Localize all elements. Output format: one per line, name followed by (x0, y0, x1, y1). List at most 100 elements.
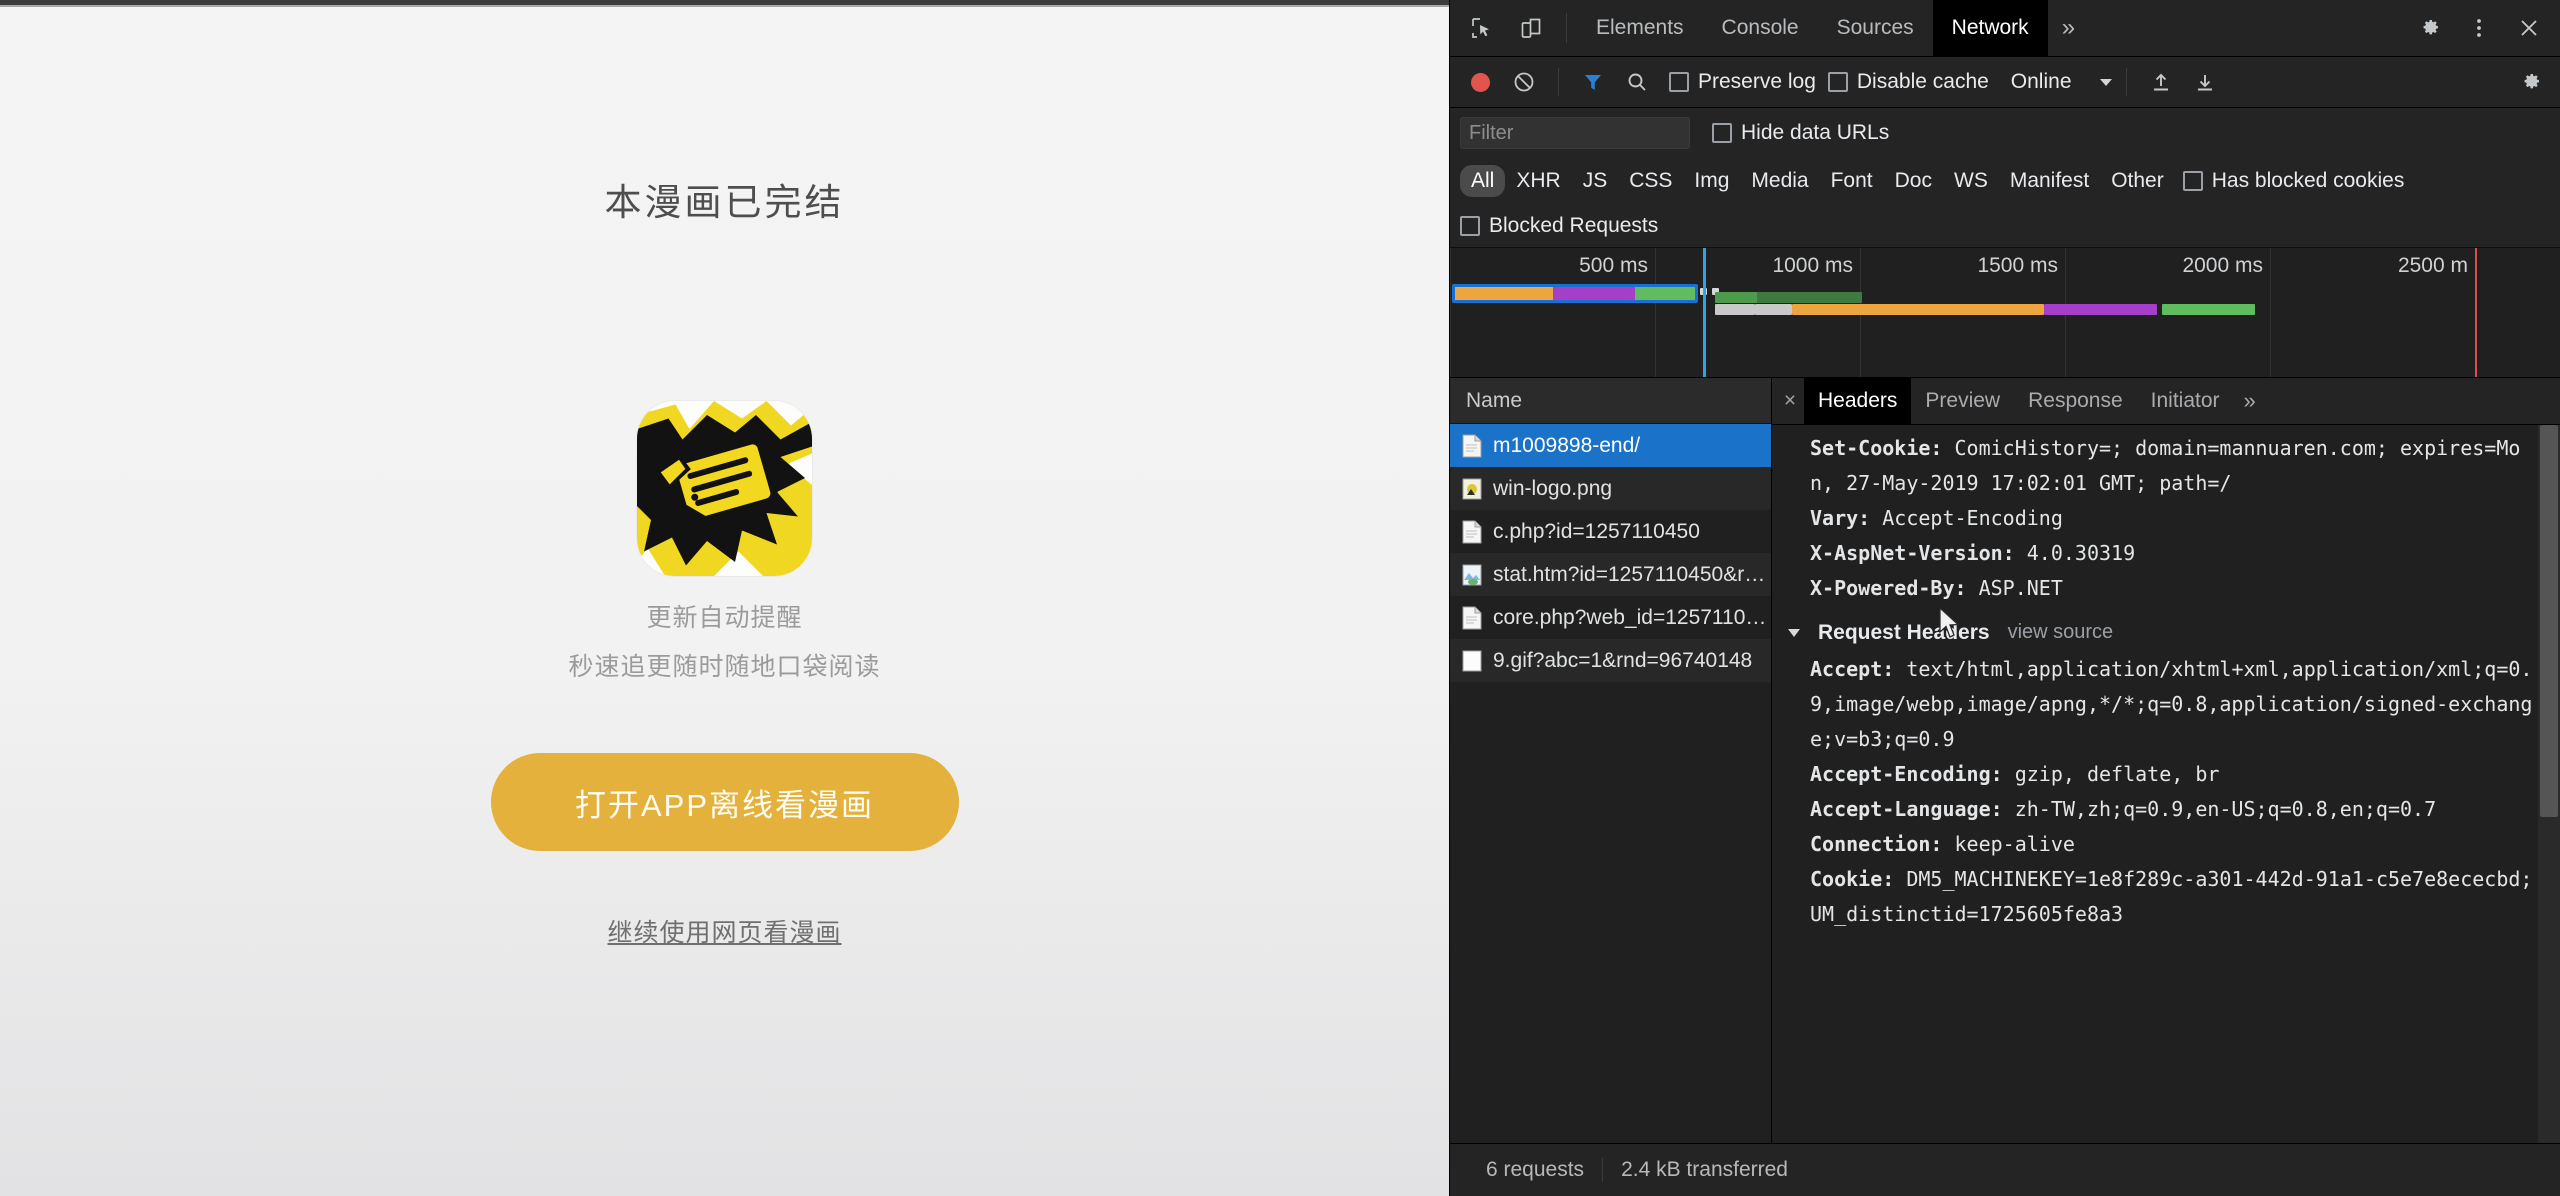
disable-cache-checkbox[interactable]: Disable cache (1827, 70, 1989, 94)
detail-tab-response[interactable]: Response (2014, 378, 2137, 424)
comic-app-logo-icon (637, 401, 812, 576)
blocked-requests-box (1460, 215, 1480, 236)
close-detail-icon[interactable]: × (1776, 389, 1804, 413)
blocked-requests-checkbox[interactable]: Blocked Requests (1460, 214, 1658, 238)
type-filter-all[interactable]: All (1460, 165, 1506, 197)
devtools-tabbar: Elements Console Sources Network » (1450, 0, 2560, 57)
inspect-element-icon[interactable] (1458, 5, 1504, 51)
blocked-requests-label: Blocked Requests (1489, 213, 1659, 237)
table-row[interactable]: core.php?web_id=12571104... (1450, 596, 1771, 639)
toolbar-divider-1 (1558, 68, 1559, 96)
request-detail-pane: × Headers Preview Response Initiator » S… (1772, 378, 2560, 1143)
disable-cache-box (1827, 72, 1848, 92)
view-source-link[interactable]: view source (2008, 615, 2114, 650)
more-tabs-icon[interactable]: » (2048, 14, 2089, 42)
device-toolbar-icon[interactable] (1508, 5, 1554, 51)
type-filter-other[interactable]: Other (2100, 165, 2175, 197)
type-filter-manifest[interactable]: Manifest (1999, 165, 2100, 197)
tab-network[interactable]: Network (1932, 0, 2048, 57)
has-blocked-cookies-checkbox[interactable]: Has blocked cookies (2182, 169, 2405, 193)
header-x-aspnet-version: X-AspNet-Version: 4.0.30319 (1810, 541, 2136, 565)
search-icon[interactable] (1617, 62, 1657, 102)
throttling-dropdown[interactable]: Online (2011, 70, 2112, 94)
table-row[interactable]: win-logo.png (1450, 467, 1771, 510)
type-filter-font[interactable]: Font (1820, 165, 1884, 197)
throttling-value: Online (2010, 70, 2072, 93)
screen-root: 本漫画已完结 更新自动提醒 秒速追更随时随地口袋阅读 打开APP离线看漫画 继续… (0, 0, 2560, 1196)
continue-in-browser-link[interactable]: 继续使用网页看漫画 (607, 913, 841, 949)
overview-tick-2000: 2000 ms (2182, 254, 2263, 277)
detail-tab-initiator[interactable]: Initiator (2137, 378, 2234, 424)
has-blocked-cookies-label: Has blocked cookies (2211, 169, 2405, 192)
blocked-requests-row: Blocked Requests (1450, 204, 2560, 248)
headers-content[interactable]: Set-Cookie: ComicHistory=; domain=mannua… (1772, 425, 2560, 1143)
table-row[interactable]: 9.gif?abc=1&rnd=96740148 (1450, 639, 1771, 682)
preserve-log-label: Preserve log (1698, 70, 1816, 93)
response-headers-list: Set-Cookie: ComicHistory=; domain=mannua… (1788, 431, 2544, 606)
type-filter-ws[interactable]: WS (1943, 165, 1999, 197)
overview-lane-2 (1715, 304, 1755, 315)
browser-viewport: 本漫画已完结 更新自动提醒 秒速追更随时随地口袋阅读 打开APP离线看漫画 继续… (0, 0, 1449, 1196)
overview-lane-7 (1757, 292, 1862, 303)
type-filter-js[interactable]: JS (1572, 165, 1619, 197)
document-icon (1462, 434, 1482, 458)
overview-lane-1 (1715, 292, 1760, 303)
promo-line-2: 秒速追更随时随地口袋阅读 (568, 653, 881, 681)
table-row[interactable]: c.php?id=1257110450 (1450, 510, 1771, 553)
browser-chrome-strip (0, 0, 1449, 7)
network-settings-icon[interactable] (2510, 62, 2550, 102)
filter-icon[interactable] (1573, 62, 1613, 102)
preserve-log-checkbox[interactable]: Preserve log (1669, 70, 1816, 94)
record-button[interactable] (1460, 62, 1500, 102)
table-row[interactable]: m1009898-end/ (1450, 424, 1771, 467)
open-app-button[interactable]: 打开APP离线看漫画 (490, 753, 959, 851)
request-headers-title: Request Headers (1818, 621, 1990, 644)
overview-tick-1000: 1000 ms (1772, 254, 1853, 277)
header-connection: Connection: keep-alive (1810, 832, 2075, 856)
detail-tab-headers[interactable]: Headers (1804, 378, 1912, 424)
network-status-bar: 6 requests 2.4 kB transferred (1450, 1144, 2560, 1196)
overview-tick-500: 500 ms (1579, 254, 1648, 277)
image-icon (1462, 563, 1482, 587)
headers-scrollbar[interactable] (2538, 425, 2560, 1143)
type-filter-css[interactable]: CSS (1618, 165, 1683, 197)
gear-icon[interactable] (2406, 5, 2452, 51)
type-filter-doc[interactable]: Doc (1884, 165, 1943, 197)
resource-type-filters: All XHR JS CSS Img Media Font Doc WS Man… (1450, 158, 2560, 204)
document-icon (1462, 520, 1482, 544)
dom-content-loaded-marker (1703, 248, 1706, 377)
overview-lane-6 (2162, 304, 2255, 315)
network-overview-timeline[interactable]: 500 ms 1000 ms 1500 ms 2000 ms 2500 m (1450, 248, 2560, 378)
export-har-icon[interactable] (2185, 62, 2225, 102)
tab-console[interactable]: Console (1703, 0, 1818, 57)
tab-sources[interactable]: Sources (1818, 0, 1933, 57)
table-row[interactable]: stat.htm?id=1257110450&r=... (1450, 553, 1771, 596)
overview-tick-1500: 1500 ms (1977, 254, 2058, 277)
request-headers-list: Accept: text/html,application/xhtml+xml,… (1788, 652, 2544, 932)
request-name: core.php?web_id=12571104... (1493, 605, 1771, 629)
headers-scrollbar-thumb[interactable] (2540, 425, 2558, 817)
detail-tabbar: × Headers Preview Response Initiator » (1772, 378, 2560, 425)
filter-bar: Hide data URLs (1450, 108, 2560, 158)
header-vary: Vary: Accept-Encoding (1810, 506, 2063, 530)
more-options-icon[interactable] (2456, 5, 2502, 51)
tab-elements[interactable]: Elements (1577, 0, 1703, 57)
hide-data-urls-checkbox[interactable]: Hide data URLs (1712, 121, 1889, 145)
type-filter-media[interactable]: Media (1740, 165, 1819, 197)
detail-more-tabs-icon[interactable]: » (2234, 388, 2266, 414)
request-name: m1009898-end/ (1493, 433, 1641, 457)
detail-tab-preview[interactable]: Preview (1911, 378, 2014, 424)
disable-cache-label: Disable cache (1856, 70, 1989, 93)
type-filter-xhr[interactable]: XHR (1505, 165, 1571, 197)
chevron-down-icon (1788, 628, 1800, 637)
import-har-icon[interactable] (2141, 62, 2181, 102)
overview-lane-5 (2044, 304, 2157, 315)
clear-button[interactable] (1504, 62, 1544, 102)
close-icon[interactable] (2506, 5, 2552, 51)
request-column-header-name[interactable]: Name (1450, 378, 1771, 424)
type-filter-img[interactable]: Img (1683, 165, 1740, 197)
page-title: 本漫画已完结 (604, 182, 845, 223)
request-headers-section-header[interactable]: Request Headers view source (1788, 615, 2544, 650)
filter-input[interactable] (1460, 117, 1690, 149)
request-name: stat.htm?id=1257110450&r=... (1493, 562, 1771, 586)
